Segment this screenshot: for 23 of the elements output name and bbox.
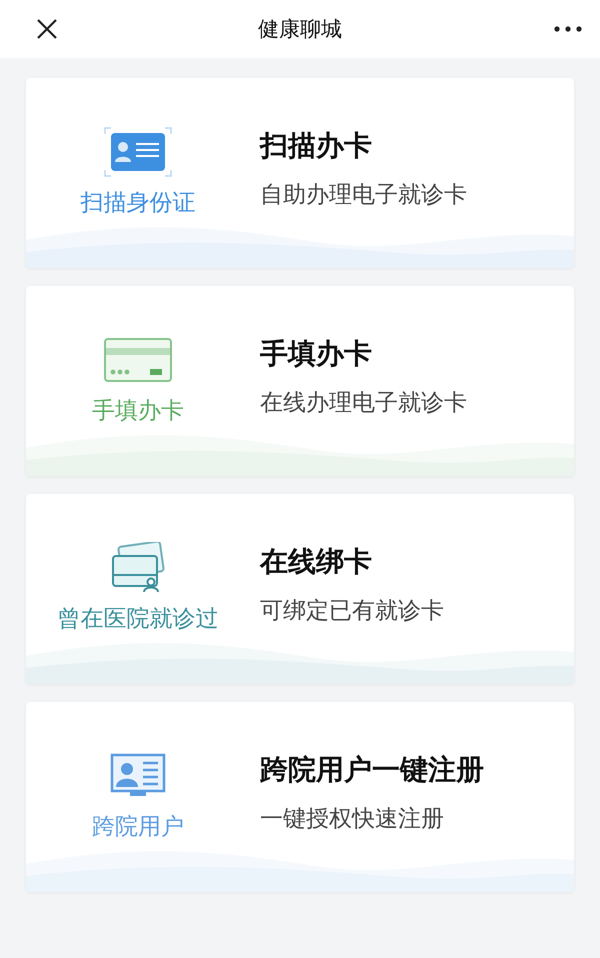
card-subtitle: 在线办理电子就诊卡 (260, 388, 467, 418)
id-card-icon (103, 126, 173, 178)
cards-icon (110, 542, 166, 594)
option-card[interactable]: 跨院用户 跨院用户一键注册 一键授权快速注册 (26, 702, 574, 892)
bank-card-icon (103, 336, 173, 384)
card-subtitle: 可绑定已有就诊卡 (260, 596, 444, 626)
more-icon[interactable] (554, 26, 582, 32)
profile-monitor-icon (110, 752, 166, 798)
card-label: 曾在医院就诊过 (58, 604, 218, 634)
card-title: 跨院用户一键注册 (260, 752, 484, 788)
card-subtitle: 自助办理电子就诊卡 (260, 180, 467, 210)
option-card[interactable]: 手填办卡 手填办卡 在线办理电子就诊卡 (26, 286, 574, 476)
card-subtitle: 一键授权快速注册 (260, 804, 445, 834)
option-card[interactable]: 扫描身份证 扫描办卡 自助办理电子就诊卡 (26, 78, 574, 268)
card-title: 在线绑卡 (260, 544, 373, 580)
card-title: 手填办卡 (260, 336, 373, 372)
page-title: 健康聊城 (257, 16, 343, 43)
card-label: 手填办卡 (92, 396, 184, 426)
card-title: 扫描办卡 (260, 128, 373, 164)
option-card[interactable]: 曾在医院就诊过 在线绑卡 可绑定已有就诊卡 (26, 494, 574, 684)
card-label: 跨院用户 (92, 812, 184, 842)
card-label: 扫描身份证 (80, 188, 196, 218)
close-icon[interactable] (36, 18, 58, 40)
